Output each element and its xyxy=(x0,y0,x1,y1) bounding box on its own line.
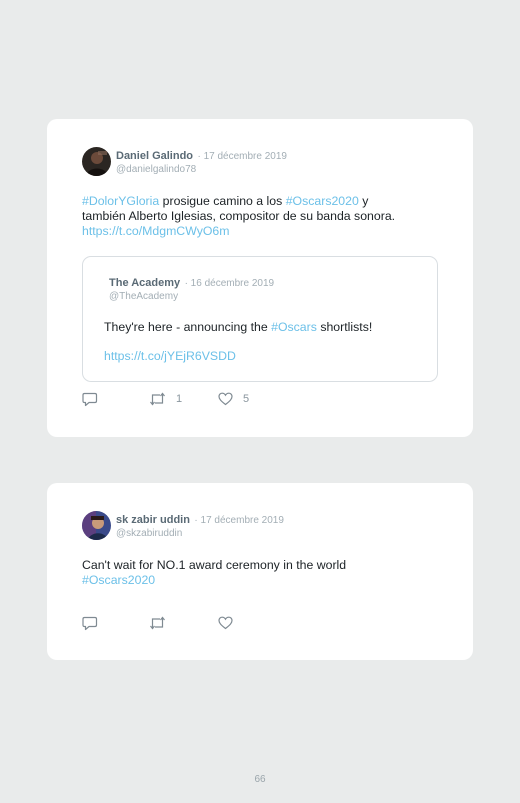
author-handle[interactable]: @danielgalindo78 xyxy=(116,163,287,176)
avatar[interactable] xyxy=(82,147,111,176)
tweet-text: Can't wait for NO.1 award ceremony in th… xyxy=(82,558,452,588)
tweet-url-link[interactable]: https://t.co/MdgmCWyO6m xyxy=(82,224,452,239)
reply-icon xyxy=(82,616,98,631)
quoted-text: They're here - announcing the #Oscars sh… xyxy=(104,320,372,335)
tweet-card-2: sk zabir uddin · 17 décembre 2019 @skzab… xyxy=(47,483,473,660)
hashtag-link[interactable]: #Oscars2020 xyxy=(82,573,452,588)
tweet-text-part: prosigue camino a los xyxy=(159,194,286,208)
like-button[interactable] xyxy=(218,616,233,630)
avatar[interactable] xyxy=(82,511,111,540)
retweet-button[interactable]: 1 xyxy=(149,392,218,406)
retweet-icon xyxy=(149,616,166,630)
tweet-text-line: también Alberto Iglesias, compositor de … xyxy=(82,209,396,223)
hashtag-link[interactable]: #Oscars xyxy=(271,320,317,334)
tweet-text-part: y xyxy=(358,194,369,208)
page-number: 66 xyxy=(254,774,266,785)
quoted-url-link[interactable]: https://t.co/jYEjR6VSDD xyxy=(104,349,236,363)
author-handle[interactable]: @skzabiruddin xyxy=(116,527,284,540)
quoted-author-name[interactable]: The Academy xyxy=(109,277,180,289)
quoted-text-part: shortlists! xyxy=(316,320,373,334)
reply-icon xyxy=(82,392,98,407)
quoted-text-part: They're here - announcing the xyxy=(104,320,272,334)
retweet-button[interactable] xyxy=(149,616,218,630)
reply-button[interactable] xyxy=(82,616,149,631)
quoted-tweet[interactable]: The Academy · 16 décembre 2019 @TheAcade… xyxy=(82,256,438,382)
retweet-count: 1 xyxy=(176,393,183,405)
heart-icon xyxy=(218,392,233,406)
tweet-date: · 17 décembre 2019 xyxy=(197,151,287,162)
author-name[interactable]: sk zabir uddin xyxy=(116,514,190,526)
tweet-header: sk zabir uddin · 17 décembre 2019 @skzab… xyxy=(82,511,284,540)
quoted-author-handle[interactable]: @TheAcademy xyxy=(109,290,274,303)
like-count: 5 xyxy=(243,393,250,405)
tweet-date: · 17 décembre 2019 xyxy=(194,515,284,526)
hashtag-link[interactable]: #Oscars2020 xyxy=(286,194,359,208)
tweet-actions: 1 5 xyxy=(82,391,249,407)
tweet-text-line: Can't wait for NO.1 award ceremony in th… xyxy=(82,558,347,572)
like-button[interactable]: 5 xyxy=(218,392,249,406)
reply-button[interactable] xyxy=(82,392,149,407)
hashtag-link[interactable]: #DolorYGloria xyxy=(82,194,159,208)
tweet-card-1: Daniel Galindo · 17 décembre 2019 @danie… xyxy=(47,119,473,437)
tweet-actions xyxy=(82,615,233,631)
quoted-date: · 16 décembre 2019 xyxy=(184,278,275,289)
heart-icon xyxy=(218,616,233,630)
tweet-header: Daniel Galindo · 17 décembre 2019 @danie… xyxy=(82,147,287,176)
author-name[interactable]: Daniel Galindo xyxy=(116,150,193,162)
tweet-text: #DolorYGloria prosigue camino a los #Osc… xyxy=(82,194,452,239)
retweet-icon xyxy=(149,392,166,406)
